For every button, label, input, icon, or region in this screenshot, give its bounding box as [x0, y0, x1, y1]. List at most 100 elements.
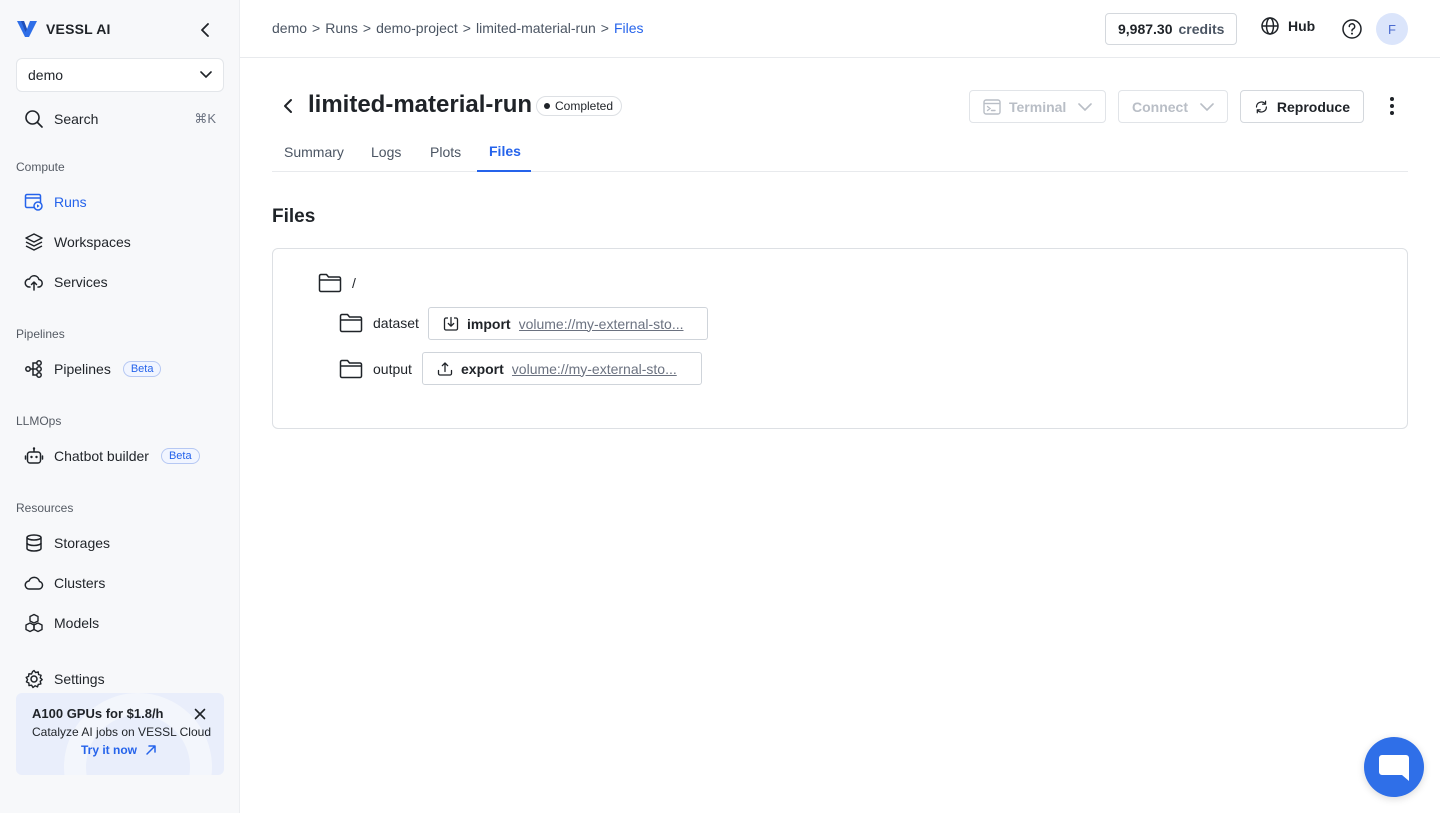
hub-button[interactable]: Hub	[1260, 16, 1315, 36]
connect-button[interactable]: Connect	[1118, 90, 1228, 123]
breadcrumb-separator: >	[362, 20, 372, 36]
credits-amount: 9,987.30	[1118, 21, 1173, 37]
section-resources: Resources	[16, 501, 74, 515]
reproduce-label: Reproduce	[1276, 98, 1350, 115]
reproduce-button[interactable]: Reproduce	[1240, 90, 1364, 123]
promo-link-label: Try it now	[81, 743, 138, 757]
breadcrumb-project[interactable]: demo-project	[376, 20, 458, 36]
user-avatar[interactable]: F	[1376, 13, 1408, 45]
folder-name: /	[352, 275, 356, 291]
folder-dataset[interactable]: dataset	[339, 313, 419, 333]
mount-path-link[interactable]: volume://my-external-sto...	[512, 361, 677, 377]
chevron-down-icon	[1078, 102, 1092, 111]
globe-icon	[1261, 17, 1279, 35]
more-options-button[interactable]	[1384, 96, 1400, 116]
tab-plots[interactable]: Plots	[430, 144, 461, 160]
search-button[interactable]: Search ⌘K	[16, 104, 224, 134]
tab-summary[interactable]: Summary	[284, 144, 344, 160]
sidebar-item-workspaces[interactable]: Workspaces	[16, 225, 224, 259]
runs-icon	[24, 192, 44, 212]
help-circle-icon	[1342, 19, 1362, 39]
section-compute: Compute	[16, 160, 65, 174]
hub-label: Hub	[1288, 18, 1316, 34]
sidebar-item-label: Pipelines	[54, 361, 111, 377]
promo-try-link[interactable]: Try it now	[81, 743, 157, 757]
promo-banner: A100 GPUs for $1.8/h Catalyze AI jobs on…	[16, 693, 224, 775]
section-llmops: LLMOps	[16, 414, 62, 428]
arrow-up-right-icon	[146, 745, 156, 755]
root-folder[interactable]: /	[318, 273, 356, 293]
sidebar: VESSL AI demo Search ⌘K Compute Runs Wor…	[0, 0, 240, 813]
mount-kind: import	[467, 315, 511, 332]
cubes-icon	[24, 613, 44, 633]
terminal-label: Terminal	[1009, 98, 1067, 115]
top-bar: demo > Runs > demo-project > limited-mat…	[240, 0, 1440, 58]
cloud-upload-icon	[24, 272, 44, 292]
mount-path-link[interactable]: volume://my-external-sto...	[519, 316, 684, 332]
sidebar-item-label: Workspaces	[54, 234, 131, 250]
database-icon	[24, 533, 44, 553]
sidebar-item-storages[interactable]: Storages	[16, 526, 224, 560]
search-icon	[25, 110, 43, 128]
chevron-down-icon	[200, 71, 212, 79]
breadcrumb-runs[interactable]: Runs	[325, 20, 358, 36]
brand-logo[interactable]: VESSL AI	[16, 18, 111, 40]
import-mount[interactable]: import volume://my-external-sto...	[428, 307, 708, 340]
tab-logs[interactable]: Logs	[371, 144, 401, 160]
folder-name: dataset	[373, 315, 419, 331]
page-title: limited-material-run	[308, 91, 533, 118]
active-tab-indicator	[477, 170, 531, 172]
sidebar-item-settings[interactable]: Settings	[16, 662, 224, 696]
breadcrumb-run[interactable]: limited-material-run	[476, 20, 596, 36]
terminal-button[interactable]: Terminal	[969, 90, 1106, 123]
folder-icon	[318, 273, 342, 293]
close-icon	[194, 708, 206, 720]
sidebar-item-label: Models	[54, 615, 100, 631]
chevron-left-icon	[201, 23, 209, 37]
folder-name: output	[373, 361, 412, 377]
sidebar-item-label: Chatbot builder	[54, 448, 149, 464]
import-icon	[443, 316, 459, 331]
sidebar-item-runs[interactable]: Runs	[16, 185, 224, 219]
search-shortcut: ⌘K	[194, 111, 216, 126]
robot-icon	[24, 446, 44, 466]
tab-files[interactable]: Files	[489, 143, 521, 159]
help-button[interactable]	[1341, 18, 1363, 40]
credits-unit: credits	[1178, 21, 1225, 37]
sidebar-item-label: Settings	[54, 671, 105, 687]
status-dot	[544, 103, 550, 109]
sidebar-item-pipelines[interactable]: Pipelines Beta	[16, 352, 224, 386]
section-pipelines: Pipelines	[16, 327, 65, 341]
sidebar-item-clusters[interactable]: Clusters	[16, 566, 224, 600]
breadcrumb-separator: >	[462, 20, 471, 36]
cloud-icon	[24, 573, 44, 593]
sidebar-item-label: Storages	[54, 535, 111, 551]
credits-button[interactable]: 9,987.30 credits	[1105, 13, 1238, 45]
export-mount[interactable]: export volume://my-external-sto...	[422, 352, 702, 385]
run-tabs: Summary Logs Plots Files	[272, 130, 1408, 172]
connect-label: Connect	[1132, 98, 1188, 115]
sidebar-item-chatbot-builder[interactable]: Chatbot builder Beta	[16, 439, 224, 473]
sidebar-item-label: Services	[54, 274, 108, 290]
sidebar-item-label: Runs	[54, 194, 87, 210]
folder-icon	[339, 313, 363, 333]
search-label: Search	[54, 111, 99, 127]
kebab-dot	[1390, 111, 1394, 115]
collapse-sidebar-button[interactable]	[196, 20, 216, 40]
breadcrumb-org[interactable]: demo	[272, 20, 307, 36]
sidebar-item-services[interactable]: Services	[16, 265, 224, 299]
promo-title: A100 GPUs for $1.8/h	[32, 706, 164, 721]
breadcrumb: demo > Runs > demo-project > limited-mat…	[272, 20, 644, 36]
status-badge: Completed	[536, 96, 623, 116]
organization-select[interactable]: demo	[16, 58, 224, 92]
mount-kind: export	[461, 360, 504, 377]
sidebar-item-models[interactable]: Models	[16, 606, 224, 640]
pipeline-icon	[24, 359, 44, 379]
refresh-icon	[1255, 100, 1268, 113]
kebab-dot	[1390, 104, 1394, 108]
folder-output[interactable]: output	[339, 359, 412, 379]
files-panel: / dataset import volume://my-external-st…	[272, 248, 1408, 429]
chat-support-button[interactable]	[1364, 737, 1424, 797]
promo-close-button[interactable]	[192, 706, 208, 722]
back-button[interactable]	[278, 96, 298, 116]
